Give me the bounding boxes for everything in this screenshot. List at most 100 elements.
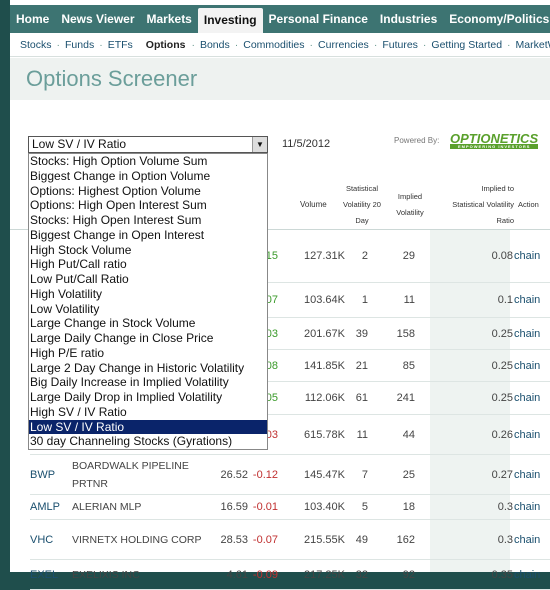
- chain-link[interactable]: chain: [514, 501, 540, 513]
- select-option[interactable]: Stocks: High Open Interest Sum: [29, 213, 267, 228]
- implied-volatility: 158: [396, 327, 415, 340]
- select-option[interactable]: High SV / IV Ratio: [29, 405, 267, 420]
- select-option[interactable]: Large Daily Change in Close Price: [29, 331, 267, 346]
- subnav-link[interactable]: Currencies: [318, 39, 369, 51]
- chain-link[interactable]: chain: [514, 429, 540, 441]
- implied-volatility: 18: [402, 501, 415, 513]
- select-option[interactable]: Biggest Change in Option Volume: [29, 169, 267, 184]
- statistical-volatility: 39: [355, 327, 368, 340]
- screen-select[interactable]: Low SV / IV Ratio ▼: [28, 136, 268, 153]
- select-option[interactable]: 30 day Channeling Stocks (Gyrations): [29, 434, 267, 449]
- select-option[interactable]: Options: Highest Option Volume: [29, 184, 267, 199]
- statistical-volatility: 5: [361, 501, 368, 513]
- separator: ·: [234, 38, 239, 51]
- select-option[interactable]: Options: High Open Interest Sum: [29, 198, 267, 213]
- subnav-link[interactable]: Funds: [65, 39, 94, 51]
- iv-sv-ratio: 0.27: [491, 468, 513, 481]
- separator: ·: [422, 38, 427, 51]
- last-price: 26.52: [220, 468, 248, 481]
- page-title: Options Screener: [26, 66, 198, 91]
- nav-tab[interactable]: Industries: [374, 5, 443, 33]
- nav-tab[interactable]: Economy/Politics: [443, 5, 550, 33]
- nav-tab[interactable]: News Viewer: [55, 5, 140, 33]
- subnav-link[interactable]: Bonds: [200, 39, 230, 51]
- symbol-link[interactable]: EXEL: [30, 569, 58, 581]
- chain-link[interactable]: chain: [514, 328, 540, 340]
- separator: ·: [99, 38, 103, 51]
- volume: 141.85K: [304, 359, 345, 372]
- nav-tab[interactable]: Markets: [141, 5, 198, 33]
- subnav-link[interactable]: ETFs: [108, 39, 133, 51]
- chain-link[interactable]: chain: [514, 569, 540, 581]
- table-row: AMLP ALERIAN MLP 16.59 -0.01 103.40K 5 18 0.3 ch…: [30, 495, 550, 520]
- select-option[interactable]: Large Change in Stock Volume: [29, 316, 267, 331]
- select-option[interactable]: Stocks: High Option Volume Sum: [29, 154, 267, 169]
- iv-sv-ratio: 0.25: [491, 359, 513, 372]
- header-ratio: Implied to Statistical Volatility Ratio: [452, 184, 514, 225]
- select-value: Low SV / IV Ratio: [32, 137, 127, 151]
- top-nav: Home News Viewer Markets Investing Personal …: [10, 5, 550, 33]
- statistical-volatility: 2: [361, 250, 368, 262]
- volume: 201.67K: [304, 327, 345, 340]
- chain-link[interactable]: chain: [514, 360, 540, 372]
- select-option[interactable]: Large Daily Drop in Implied Volatility: [29, 390, 267, 405]
- chain-link[interactable]: chain: [514, 469, 540, 481]
- chain-link[interactable]: chain: [514, 392, 540, 404]
- statistical-volatility: 32: [355, 568, 368, 581]
- implied-volatility: 162: [396, 533, 415, 546]
- subnav-link[interactable]: Options: [146, 39, 186, 51]
- iv-sv-ratio: 0.26: [491, 428, 513, 441]
- separator: ·: [309, 38, 314, 51]
- select-option[interactable]: Biggest Change in Open Interest: [29, 228, 267, 243]
- implied-volatility: 29: [402, 250, 415, 262]
- subnav-link[interactable]: MarketWatc: [516, 39, 550, 51]
- chain-link[interactable]: chain: [514, 534, 540, 546]
- statistical-volatility: 21: [355, 359, 368, 372]
- nav-tab[interactable]: Personal Finance: [263, 5, 374, 33]
- title-band: Options Screener: [10, 58, 550, 100]
- table-row: VHC VIRNETX HOLDING CORP 28.53 -0.07 215.55K…: [30, 520, 550, 560]
- iv-sv-ratio: 0.3: [497, 501, 513, 513]
- table-row: BWP BOARDWALK PIPELINE PRTNR 26.52 -0.12 145…: [30, 455, 550, 495]
- company-name: ALERIAN MLP: [72, 501, 142, 513]
- subnav-link[interactable]: Stocks: [20, 39, 52, 51]
- select-option[interactable]: High Put/Call ratio: [29, 257, 267, 272]
- select-option[interactable]: Large 2 Day Change in Historic Volatilit…: [29, 361, 267, 376]
- last-price: 16.59: [220, 501, 248, 513]
- price-change: -0.09: [252, 568, 278, 581]
- separator: ·: [373, 38, 378, 51]
- select-option[interactable]: Low Put/Call Ratio: [29, 272, 267, 287]
- chevron-down-icon[interactable]: ▼: [252, 137, 267, 152]
- select-option[interactable]: High P/E ratio: [29, 346, 267, 361]
- chain-link[interactable]: chain: [514, 294, 540, 306]
- select-option[interactable]: High Stock Volume: [29, 243, 267, 258]
- nav-tab[interactable]: Home: [10, 5, 55, 33]
- iv-sv-ratio: 0.25: [491, 327, 513, 340]
- price-change: -0.12: [252, 468, 278, 481]
- separator: ·: [191, 38, 195, 51]
- price-change: -0.01: [252, 501, 278, 513]
- header-iv: Implied Volatility: [396, 192, 424, 217]
- iv-sv-ratio: 0.1: [497, 294, 513, 306]
- symbol-link[interactable]: AMLP: [30, 501, 60, 513]
- subnav-link[interactable]: Getting Started: [431, 39, 502, 51]
- optionetics-logo: OPTIONETICS EMPOWERING INVESTORS: [450, 131, 539, 149]
- iv-sv-ratio: 0.25: [491, 392, 513, 404]
- symbol-link[interactable]: BWP: [30, 469, 55, 481]
- implied-volatility: 241: [396, 392, 415, 404]
- iv-sv-ratio: 0.08: [491, 250, 513, 262]
- subnav-link[interactable]: Commodities: [243, 39, 304, 51]
- select-option[interactable]: Big Daily Increase in Implied Volatility: [29, 375, 267, 390]
- chain-link[interactable]: chain: [514, 250, 540, 262]
- header-volume: Volume: [300, 200, 327, 209]
- select-option[interactable]: High Volatility: [29, 287, 267, 302]
- symbol-link[interactable]: VHC: [30, 534, 53, 546]
- implied-volatility: 25: [402, 468, 415, 481]
- nav-tab[interactable]: Investing: [197, 8, 263, 33]
- volume: 217.25K: [304, 568, 345, 581]
- company-name: BOARDWALK PIPELINE PRTNR: [72, 459, 189, 490]
- select-option[interactable]: Low Volatility: [29, 302, 267, 317]
- subnav-link[interactable]: Futures: [382, 39, 418, 51]
- volume: 215.55K: [304, 533, 345, 546]
- select-option[interactable]: Low SV / IV Ratio: [29, 419, 267, 435]
